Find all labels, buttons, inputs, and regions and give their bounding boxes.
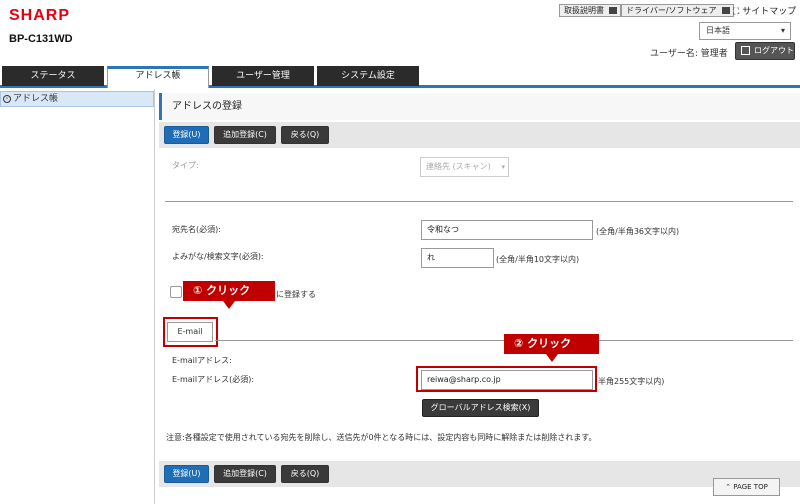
back-button-bottom[interactable]: 戻る(Q) [281,465,329,483]
add-register-button-bottom[interactable]: 追加登録(C) [214,465,276,483]
back-button[interactable]: 戻る(Q) [281,126,329,144]
sitemap-icon: ⛶ [733,7,740,17]
external-link-icon [609,7,617,14]
chevron-down-icon: ▾ [501,163,505,171]
sidebar: › アドレス帳 [0,89,155,504]
sidebar-item-label: アドレス帳 [13,94,59,104]
external-link-icon [721,7,730,14]
register-checkbox[interactable] [170,286,182,298]
driver-link-label: ドライバー/ソフトウェア [626,6,717,15]
add-register-button[interactable]: 追加登録(C) [214,126,276,144]
type-select[interactable]: 連絡先 (スキャン) ▾ [420,157,509,177]
name-input[interactable]: 令和なつ [421,220,593,240]
callout-1: ① クリック [183,281,275,309]
tab-system-settings[interactable]: システム設定 [317,66,419,86]
chevron-down-icon: ▾ [780,26,785,35]
user-name: ユーザー名: 管理者 [650,49,728,59]
chevron-up-icon: ⌃ [725,483,732,491]
tab-user-management[interactable]: ユーザー管理 [212,66,314,86]
chevron-right-icon: › [3,95,11,103]
logout-icon [741,46,750,55]
email-hint: 半角255文字以内) [598,377,665,386]
page-top-label: PAGE TOP [733,483,768,491]
register-button-bottom[interactable]: 登録(U) [164,465,209,483]
manual-link-label: 取扱説明書 [564,6,604,15]
tab-status[interactable]: ステータス [2,66,104,86]
manual-link[interactable]: 取扱説明書 [559,4,621,17]
global-address-search-button[interactable]: グローバルアドレス検索(X) [422,399,539,417]
email-input[interactable]: reiwa@sharp.co.jp [421,370,593,390]
sitemap-link[interactable]: ⛶ サイトマップ [733,4,796,17]
register-button[interactable]: 登録(U) [164,126,209,144]
driver-software-link[interactable]: ドライバー/ソフトウェア [621,4,734,17]
divider [165,201,793,202]
model-name: BP-C131WD [9,33,73,45]
tab-address-book[interactable]: アドレス帳 [107,66,209,88]
logout-label: ログアウト [754,46,794,55]
name-label: 宛先名(必須): [172,225,221,234]
kana-label: よみがな/検索文字(必須): [172,252,264,261]
sidebar-item-address-book[interactable]: › アドレス帳 [0,91,154,107]
checkbox-label: に登録する [276,290,316,299]
name-hint: (全角/半角36文字以内) [596,227,680,236]
language-select[interactable]: 日本語 ▾ [699,22,791,40]
type-label: タイプ: [172,161,199,170]
kana-input[interactable]: れ [421,248,494,268]
button-bar-bottom: 登録(U) 追加登録(C) 戻る(Q) [159,461,800,487]
page-title: アドレスの登録 [159,93,800,120]
button-bar-top: 登録(U) 追加登録(C) 戻る(Q) [159,122,800,148]
email-section-label: E-mailアドレス: [172,356,232,365]
language-value: 日本語 [706,26,730,35]
page-top-button[interactable]: ⌃ PAGE TOP [713,478,780,496]
type-value: 連絡先 (スキャン) [426,162,491,171]
sharp-logo: SHARP [9,7,71,24]
tab-email[interactable]: E-mail [167,322,213,342]
sitemap-label: サイトマップ [742,7,797,17]
note-text: 注意:各種設定で使用されている宛先を削除し、送信先が0件となる時には、設定内容も… [166,433,597,442]
kana-hint: (全角/半角10文字以内) [496,255,580,264]
main-tabs: ステータス アドレス帳 ユーザー管理 システム設定 [0,66,800,88]
callout-2: ② クリック [504,334,599,362]
email-label: E-mailアドレス(必須): [172,375,255,384]
logout-button[interactable]: ログアウト [735,42,795,60]
